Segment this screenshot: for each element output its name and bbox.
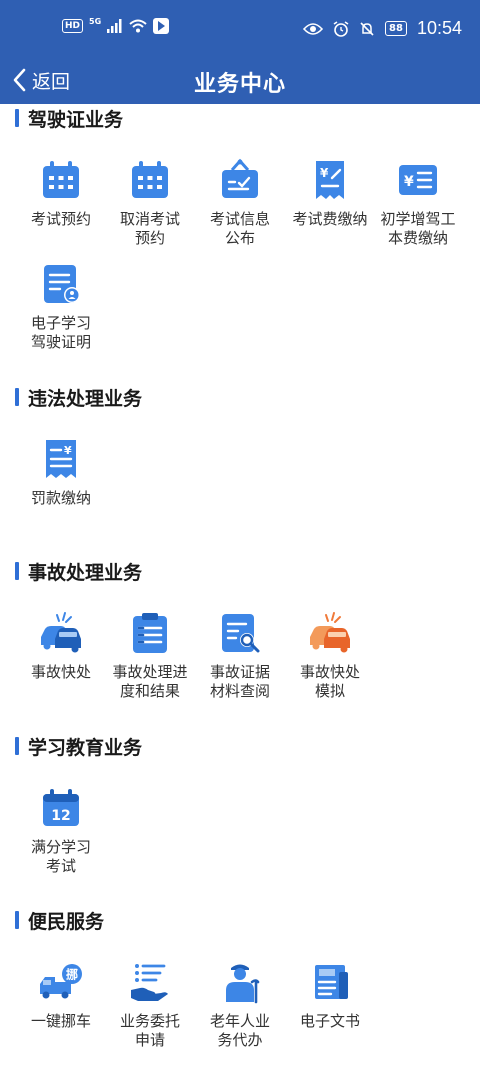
calendar-icon	[132, 161, 168, 198]
section-education: 学习教育业务 12 满分学习 考试	[0, 732, 480, 875]
calendar-12-icon: 12	[43, 789, 79, 826]
app-screen: HD 5G 88 10:54 返回 业务中心 驾驶证业务 考试预约 取消考试 预…	[0, 0, 480, 1067]
service-electronic-document[interactable]: 电子文书	[286, 960, 374, 1031]
service-label: 考试费缴纳	[292, 210, 368, 228]
section-accent-bar	[15, 388, 19, 406]
svg-text:¥: ¥	[404, 174, 414, 190]
section-accent-bar	[15, 911, 19, 929]
mute-bell-icon	[360, 21, 374, 36]
certificate-icon	[44, 265, 80, 303]
service-exam-info[interactable]: 考试信息 公布	[196, 158, 284, 248]
section-accent-bar	[15, 109, 19, 127]
alarm-icon	[333, 20, 349, 37]
move-badge: 挪	[66, 967, 78, 982]
service-label: 罚款缴纳	[30, 489, 91, 507]
service-label: 取消考试 预约	[119, 210, 180, 247]
yen-wallet-icon: ¥	[399, 165, 437, 195]
fee-receipt-icon: ¥	[316, 161, 344, 199]
service-label: 事故处理进 度和结果	[112, 663, 188, 700]
section-header: 驾驶证业务	[0, 104, 480, 132]
section-title: 违法处理业务	[28, 388, 143, 410]
service-entrust-application[interactable]: 业务委托 申请	[106, 960, 194, 1050]
car-collision-icon	[41, 612, 81, 653]
section-accident: 事故处理业务 事故快处 事故处理进 度和结果 事故证据 材料查阅 事故快处 模拟	[0, 557, 480, 700]
section-title: 驾驶证业务	[28, 109, 124, 131]
status-left: HD 5G	[62, 17, 170, 34]
service-beginner-fee[interactable]: ¥ 初学增驾工 本费缴纳	[374, 158, 462, 248]
signal-icon	[107, 19, 122, 33]
page-title: 业务中心	[193, 72, 286, 97]
clock: 10:54	[416, 18, 462, 38]
service-list[interactable]: 驾驶证业务 考试预约 取消考试 预约 考试信息 公布 ¥ 考试费缴纳 ¥ 初学增…	[0, 104, 480, 1067]
calendar-badge: 12	[51, 808, 70, 824]
service-accident-simulation[interactable]: 事故快处 模拟	[286, 611, 374, 701]
service-label: 初学增驾工 本费缴纳	[380, 210, 456, 247]
calendar-icon	[43, 161, 79, 198]
elderly-person-icon	[226, 964, 260, 1004]
status-bar: HD 5G 88 10:54	[0, 0, 480, 58]
service-label: 满分学习 考试	[30, 838, 91, 875]
service-label: 老年人业 务代办	[209, 1012, 270, 1049]
service-accident-evidence[interactable]: 事故证据 材料查阅	[196, 611, 284, 701]
section-title: 便民服务	[28, 911, 105, 933]
service-exam-fee[interactable]: ¥ 考试费缴纳	[286, 158, 374, 229]
service-label: 电子学习 驾驶证明	[30, 314, 91, 351]
service-full-score-study[interactable]: 12 满分学习 考试	[17, 786, 105, 876]
section-title: 学习教育业务	[28, 737, 143, 759]
service-quick-accident[interactable]: 事故快处	[17, 611, 105, 682]
status-right: 88 10:54	[303, 18, 462, 39]
eye-icon	[303, 22, 324, 35]
notice-board-icon	[222, 158, 258, 198]
service-label: 事故快处	[30, 663, 91, 681]
section-header: 便民服务	[0, 906, 480, 934]
svg-text:¥: ¥	[64, 444, 72, 457]
app-notification-icon	[153, 18, 170, 34]
section-header: 违法处理业务	[0, 383, 480, 411]
service-fine-payment[interactable]: ¥ 罚款缴纳	[17, 437, 105, 508]
electronic-document-icon	[315, 965, 348, 999]
service-label: 一键挪车	[30, 1012, 91, 1030]
service-cancel-exam[interactable]: 取消考试 预约	[106, 158, 194, 248]
section-violation: 违法处理业务 ¥ 罚款缴纳	[0, 383, 480, 507]
section-accent-bar	[15, 737, 19, 755]
tow-truck-icon: 挪	[40, 964, 82, 999]
clipboard-icon	[133, 613, 167, 653]
network-type: 5G	[89, 17, 102, 26]
document-search-icon	[222, 614, 260, 653]
section-title: 事故处理业务	[28, 562, 143, 584]
wifi-icon	[129, 19, 147, 33]
section-accent-bar	[15, 562, 19, 580]
section-license: 驾驶证业务 考试预约 取消考试 预约 考试信息 公布 ¥ 考试费缴纳 ¥ 初学增…	[0, 104, 480, 351]
hand-list-icon	[131, 964, 168, 1001]
svg-text:¥: ¥	[320, 166, 329, 180]
fine-receipt-icon: ¥	[46, 440, 76, 478]
service-label: 考试信息 公布	[209, 210, 270, 247]
section-header: 学习教育业务	[0, 732, 480, 760]
service-label: 业务委托 申请	[119, 1012, 180, 1049]
service-exam-booking[interactable]: 考试预约	[17, 158, 105, 229]
service-e-learning-cert[interactable]: 电子学习 驾驶证明	[17, 262, 105, 352]
nav-bar: 返回 业务中心	[0, 58, 480, 104]
service-label: 事故快处 模拟	[299, 663, 360, 700]
car-collision-orange-icon	[310, 612, 350, 653]
service-label: 事故证据 材料查阅	[209, 663, 270, 700]
service-label: 考试预约	[30, 210, 91, 228]
section-header: 事故处理业务	[0, 557, 480, 585]
section-convenience: 便民服务 挪 一键挪车 业务委托 申请 老年人业 务代办 电子文书	[0, 906, 480, 1049]
service-move-car[interactable]: 挪 一键挪车	[17, 960, 105, 1031]
service-elderly-proxy[interactable]: 老年人业 务代办	[196, 960, 284, 1050]
service-label: 电子文书	[299, 1012, 360, 1030]
battery-level: 88	[385, 21, 407, 36]
hd-badge: HD	[62, 19, 84, 33]
service-accident-progress[interactable]: 事故处理进 度和结果	[106, 611, 194, 701]
